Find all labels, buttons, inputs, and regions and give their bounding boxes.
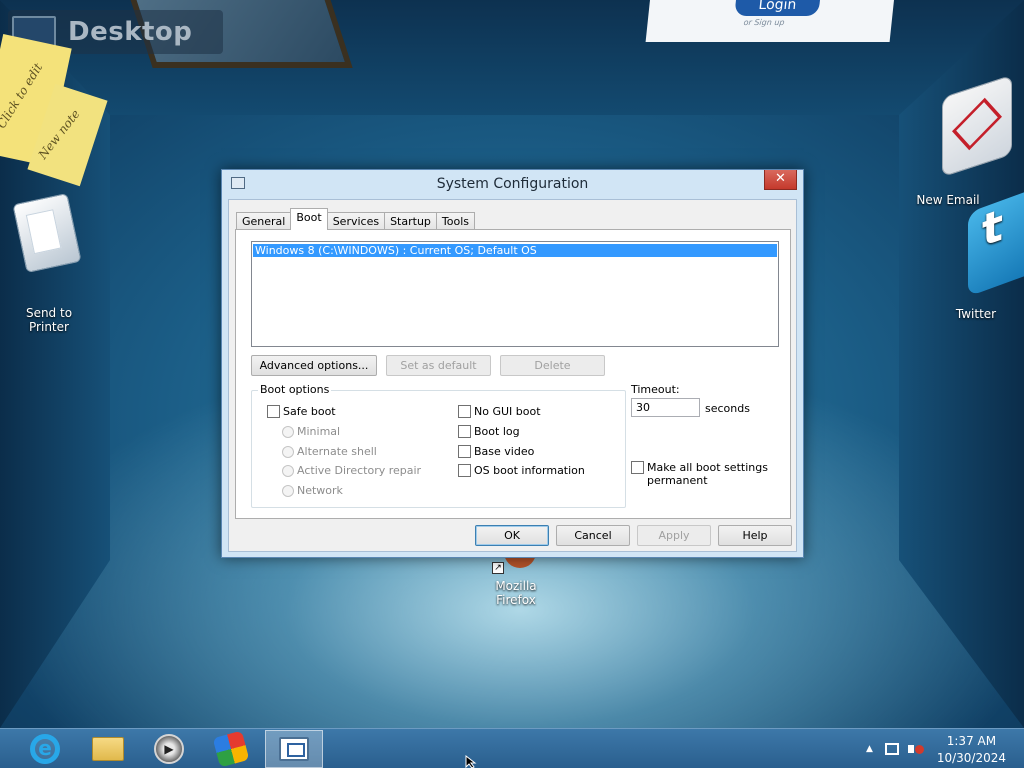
taskbar-media-player[interactable]: ▶ bbox=[140, 730, 198, 768]
desktop-icon-twitter[interactable]: t Twitter bbox=[940, 187, 1024, 325]
ad-repair-radio[interactable]: Active Directory repair bbox=[282, 464, 421, 477]
dialog-title: System Configuration bbox=[436, 176, 589, 192]
checkbox-box[interactable] bbox=[631, 461, 644, 474]
safe-boot-label: Safe boot bbox=[283, 405, 336, 418]
delete-button[interactable]: Delete bbox=[500, 355, 605, 376]
show-hidden-icons-chevron-up-icon[interactable]: ▲ bbox=[866, 744, 873, 754]
timeout-unit: seconds bbox=[705, 402, 750, 415]
twitter-icon: t bbox=[968, 187, 1024, 297]
dialog-client: General Boot Services Startup Tools Wind… bbox=[228, 199, 797, 552]
alternate-shell-radio[interactable]: Alternate shell bbox=[282, 445, 377, 458]
system-tray: ▲ bbox=[866, 729, 924, 768]
os-list[interactable]: Windows 8 (C:\WINDOWS) : Current OS; Def… bbox=[251, 241, 779, 347]
checkbox-box[interactable] bbox=[458, 425, 471, 438]
desktop-icon-send-to-printer[interactable]: Send to Printer bbox=[12, 192, 84, 338]
dialog-titlebar[interactable]: System Configuration ✕ bbox=[222, 170, 803, 198]
close-button[interactable]: ✕ bbox=[764, 170, 797, 190]
desktop-icon-label: Mozilla bbox=[495, 579, 537, 593]
network-radio[interactable]: Network bbox=[282, 484, 343, 497]
cancel-button[interactable]: Cancel bbox=[556, 525, 630, 546]
apply-button[interactable]: Apply bbox=[637, 525, 711, 546]
make-permanent-line1: Make all boot settings bbox=[647, 461, 768, 474]
radio-dot[interactable] bbox=[282, 425, 294, 438]
signup-link[interactable]: or Sign up bbox=[743, 18, 785, 27]
desktop-icon-label: Send to bbox=[25, 306, 73, 320]
os-boot-info-checkbox[interactable]: OS boot information bbox=[458, 464, 585, 477]
volume-muted-icon[interactable] bbox=[907, 743, 924, 755]
checkbox-box[interactable] bbox=[458, 405, 471, 418]
base-video-label: Base video bbox=[474, 445, 535, 458]
tab-strip: General Boot Services Startup Tools bbox=[236, 208, 476, 230]
tab-boot[interactable]: Boot bbox=[290, 208, 328, 230]
ad-repair-label: Active Directory repair bbox=[297, 464, 422, 477]
minimal-radio[interactable]: Minimal bbox=[282, 425, 340, 438]
mouse-cursor-icon bbox=[465, 755, 477, 768]
radio-dot[interactable] bbox=[282, 484, 294, 497]
desktop-title-text: Desktop bbox=[68, 17, 193, 47]
boot-options-legend: Boot options bbox=[258, 383, 332, 396]
tab-tools[interactable]: Tools bbox=[435, 212, 476, 230]
file-explorer-icon bbox=[92, 737, 124, 761]
checkbox-box[interactable] bbox=[267, 405, 280, 418]
boot-tab-panel: Windows 8 (C:\WINDOWS) : Current OS; Def… bbox=[235, 229, 791, 519]
desktop-icon-label: Printer bbox=[29, 320, 69, 334]
checkbox-box[interactable] bbox=[458, 464, 471, 477]
taskbar: e ▶ ▲ 1:37 AM 10/30/2024 bbox=[0, 728, 1024, 768]
desktop-icon-firefox[interactable]: ↗ Mozilla Firefox bbox=[484, 550, 548, 608]
minimal-label: Minimal bbox=[297, 425, 341, 438]
alternate-shell-label: Alternate shell bbox=[297, 445, 377, 458]
timeout-input[interactable]: 30 bbox=[631, 398, 700, 417]
shortcut-arrow-icon: ↗ bbox=[492, 562, 504, 574]
radio-dot[interactable] bbox=[282, 445, 294, 458]
network-icon[interactable] bbox=[884, 743, 899, 755]
taskbar-file-explorer[interactable] bbox=[79, 730, 137, 768]
msconfig-icon bbox=[279, 737, 309, 761]
clock[interactable]: 1:37 AM 10/30/2024 bbox=[937, 733, 1006, 767]
internet-explorer-icon: e bbox=[30, 734, 60, 764]
ok-button[interactable]: OK bbox=[475, 525, 549, 546]
make-permanent-line2: permanent bbox=[647, 474, 708, 487]
network-label: Network bbox=[297, 484, 343, 497]
taskbar-internet-explorer[interactable]: e bbox=[16, 730, 74, 768]
base-video-checkbox[interactable]: Base video bbox=[458, 445, 534, 458]
desktop-icon-label: Twitter bbox=[955, 307, 997, 321]
no-gui-boot-checkbox[interactable]: No GUI boot bbox=[458, 405, 541, 418]
advanced-options-button[interactable]: Advanced options... bbox=[251, 355, 377, 376]
os-boot-info-label: OS boot information bbox=[474, 464, 585, 477]
email-icon bbox=[942, 74, 1012, 178]
system-configuration-dialog: System Configuration ✕ General Boot Serv… bbox=[221, 169, 804, 558]
make-permanent-label: Make all boot settings permanent bbox=[647, 461, 768, 487]
clock-date: 10/30/2024 bbox=[936, 751, 1006, 765]
clock-time: 1:37 AM bbox=[946, 734, 997, 748]
boot-log-label: Boot log bbox=[474, 425, 520, 438]
desktop-icon-label: Firefox bbox=[496, 593, 536, 607]
tab-general[interactable]: General bbox=[236, 212, 292, 230]
timeout-label: Timeout: bbox=[631, 383, 680, 396]
safe-boot-checkbox[interactable]: Safe boot bbox=[267, 405, 336, 418]
help-button[interactable]: Help bbox=[718, 525, 792, 546]
taskbar-store[interactable] bbox=[202, 730, 260, 768]
desktop-icon-new-email[interactable]: New Email bbox=[910, 56, 1020, 207]
set-as-default-button[interactable]: Set as default bbox=[386, 355, 491, 376]
media-player-icon: ▶ bbox=[154, 734, 184, 764]
radio-dot[interactable] bbox=[282, 464, 294, 477]
printer-icon bbox=[12, 192, 82, 274]
taskbar-system-configuration[interactable] bbox=[265, 730, 323, 768]
boot-log-checkbox[interactable]: Boot log bbox=[458, 425, 520, 438]
checkbox-box[interactable] bbox=[458, 445, 471, 458]
login-button[interactable]: Login bbox=[734, 0, 821, 16]
store-icon bbox=[212, 730, 250, 768]
sticky-note-text: Click to edit bbox=[0, 60, 46, 131]
make-permanent-checkbox[interactable]: Make all boot settings permanent bbox=[631, 461, 768, 487]
os-list-item[interactable]: Windows 8 (C:\WINDOWS) : Current OS; Def… bbox=[253, 244, 777, 257]
boot-options-group: Boot options Safe boot Minimal Alternate… bbox=[251, 383, 626, 508]
no-gui-boot-label: No GUI boot bbox=[474, 405, 541, 418]
tab-startup[interactable]: Startup bbox=[384, 212, 437, 230]
login-widget: Login or Sign up bbox=[645, 0, 895, 42]
tab-services[interactable]: Services bbox=[326, 212, 386, 230]
